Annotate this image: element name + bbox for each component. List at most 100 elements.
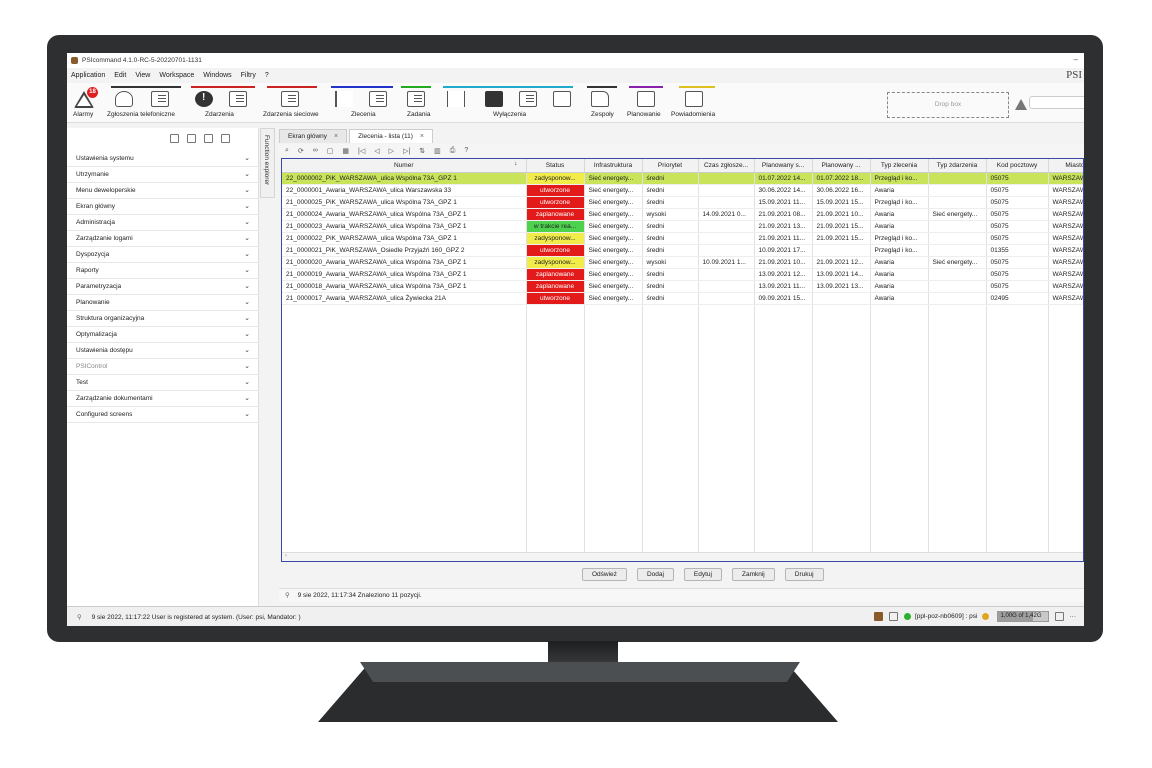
sidebar-item[interactable]: Optymalizacja ⌄	[67, 327, 259, 343]
table-row[interactable]: 21_0000018_Awaria_WARSZAWA_ulica Wspólna…	[282, 280, 1083, 293]
table-icon[interactable]: ▦	[342, 147, 349, 155]
sidebar-item[interactable]: Ustawienia systemu ⌄	[67, 151, 259, 167]
sidebar-item[interactable]: Configured screens ⌄	[67, 407, 259, 423]
chevron-down-icon[interactable]: ⌄	[244, 263, 250, 278]
collapse-all-icon[interactable]	[170, 133, 179, 143]
close-icon[interactable]: ×	[420, 130, 424, 144]
search-input[interactable]	[1029, 96, 1084, 109]
memory-indicator[interactable]: 1,00G of 1,42G	[996, 611, 1049, 622]
table-row[interactable]: 21_0000023_Awaria_WARSZAWA_ulica Wspólna…	[282, 220, 1083, 233]
sidebar-item[interactable]: Struktura organizacyjna ⌄	[67, 311, 259, 327]
sidebar-item[interactable]: Dyspozycja ⌄	[67, 247, 259, 263]
menu-filtry[interactable]: Filtry	[241, 72, 256, 79]
chevron-down-icon[interactable]: ⌄	[244, 407, 250, 422]
menu-application[interactable]: Application	[71, 72, 105, 79]
remove-icon[interactable]	[204, 133, 213, 143]
sidebar-item[interactable]: Menu deweloperskie ⌄	[67, 183, 259, 199]
chevron-down-icon[interactable]: ⌄	[244, 183, 250, 198]
sidebar-item[interactable]: Ustawienia dostępu ⌄	[67, 343, 259, 359]
sidebar-item[interactable]: Raporty ⌄	[67, 263, 259, 279]
column-header[interactable]: Numer ↓	[282, 159, 527, 173]
table-row[interactable]: 21_0000025_PiK_WARSZAWA_ulica Wspólna 73…	[282, 196, 1083, 209]
sidebar-item[interactable]: Planowanie ⌄	[67, 295, 259, 311]
help-icon[interactable]: ?	[464, 147, 468, 154]
refresh-button[interactable]: Odśwież	[582, 568, 627, 581]
toolbar-zdarzenia[interactable]: Zdarzenia	[191, 86, 259, 122]
chevron-down-icon[interactable]: ⌄	[244, 167, 250, 182]
chevron-down-icon[interactable]: ⌄	[244, 199, 250, 214]
expand-all-icon[interactable]	[187, 133, 196, 143]
minimize-button[interactable]: –	[1074, 55, 1078, 64]
lock-icon[interactable]	[888, 612, 898, 621]
column-header[interactable]: Typ zdarzenia	[928, 159, 987, 173]
column-header[interactable]: Priorytet	[642, 159, 699, 173]
horizontal-scrollbar[interactable]: ‹	[282, 552, 1083, 561]
toolbar-zlecenia[interactable]: Zlecenia	[331, 86, 397, 122]
print-icon[interactable]: ⎙	[450, 147, 456, 155]
edit-button[interactable]: Edytuj	[683, 568, 722, 581]
sidebar-item[interactable]: Parametryzacja ⌄	[67, 279, 259, 295]
sidebar-item[interactable]: Zarządzanie dokumentami ⌄	[67, 391, 259, 407]
tab-zlecenia-lista[interactable]: Zlecenia - lista (11) ×	[349, 129, 434, 144]
sidebar-item[interactable]: Utrzymanie ⌄	[67, 167, 259, 183]
chevron-down-icon[interactable]: ⌄	[244, 359, 250, 374]
drop-box[interactable]: Drop box	[887, 92, 1009, 118]
toolbar-zgloszenia[interactable]: Zgłoszenia telefoniczne	[107, 86, 183, 122]
column-header[interactable]: Status	[526, 159, 585, 173]
chevron-down-icon[interactable]: ⌄	[244, 215, 250, 230]
chevron-down-icon[interactable]: ⌄	[244, 327, 250, 342]
menu-workspace[interactable]: Workspace	[159, 72, 194, 79]
column-header[interactable]: Infrastruktura	[584, 159, 643, 173]
list-view-icon[interactable]	[221, 133, 230, 143]
column-header[interactable]: Kod pocztowy	[986, 159, 1049, 173]
table-row[interactable]: 22_0000002_PiK_WARSZAWA_ulica Wspólna 73…	[282, 172, 1083, 185]
tab-ekran-glowny[interactable]: Ekran główny ×	[279, 129, 348, 144]
column-header[interactable]: Czas zgłosze...	[698, 159, 755, 173]
pin-icon[interactable]	[238, 134, 247, 143]
chevron-down-icon[interactable]: ⌄	[244, 247, 250, 262]
pin-icon[interactable]: ⚲	[285, 592, 290, 599]
first-page-icon[interactable]: |◁	[358, 147, 365, 155]
prev-page-icon[interactable]: ◁	[374, 147, 379, 155]
sidebar-item[interactable]: Administracja ⌄	[67, 215, 259, 231]
close-icon[interactable]: ×	[334, 130, 338, 144]
columns-icon[interactable]: ▥	[434, 147, 441, 155]
table-row[interactable]: 21_0000020_Awaria_WARSZAWA_ulica Wspólna…	[282, 256, 1083, 269]
column-header[interactable]: Typ zlecenia	[870, 159, 929, 173]
toolbar-planowanie[interactable]: Planowanie	[627, 86, 667, 122]
menu-help[interactable]: ?	[265, 72, 269, 79]
warning-icon[interactable]	[1015, 99, 1027, 110]
chevron-down-icon[interactable]: ⌄	[244, 391, 250, 406]
chevron-down-icon[interactable]: ⌄	[244, 151, 250, 166]
sidebar-item[interactable]: PSIControl ⌄	[67, 359, 259, 375]
column-header[interactable]: Planowany ...	[812, 159, 871, 173]
add-button[interactable]: Dodaj	[636, 568, 674, 581]
toolbar-zdarzenia-sieciowe[interactable]: Zdarzenia sieciowe	[263, 86, 321, 122]
more-icon[interactable]: ···	[1070, 613, 1077, 620]
toolbar-alarmy[interactable]: 18 Alarmy	[71, 86, 105, 122]
toolbar-powiadomienia[interactable]: Powiadomienia	[671, 86, 725, 122]
table-row[interactable]: 21_0000021_PiK_WARSZAWA_Osiedle Przyjaźń…	[282, 244, 1083, 257]
sidebar-item[interactable]: Zarządzanie logami ⌄	[67, 231, 259, 247]
document-icon[interactable]: ▢	[327, 147, 334, 155]
chevron-down-icon[interactable]: ⌄	[244, 295, 250, 310]
last-page-icon[interactable]: ▷|	[403, 147, 410, 155]
toolbar-zadania[interactable]: Zadania	[401, 86, 435, 122]
close-button[interactable]: Zamknij	[732, 568, 775, 581]
sort-arrow-icon[interactable]: ↓	[514, 160, 517, 167]
chevron-down-icon[interactable]: ⌄	[244, 279, 250, 294]
sidebar-item[interactable]: Ekran główny ⌄	[67, 199, 259, 215]
sort-icon[interactable]: ⇅	[419, 147, 425, 155]
table-row[interactable]: 21_0000022_PiK_WARSZAWA_ulica Wspólna 73…	[282, 232, 1083, 245]
function-explorer-tab[interactable]: Function explorer	[260, 128, 275, 198]
menu-view[interactable]: View	[135, 72, 150, 79]
filter-icon[interactable]: ⌕	[285, 147, 289, 155]
menu-windows[interactable]: Windows	[203, 72, 231, 79]
sidebar-item[interactable]: Test ⌄	[67, 375, 259, 391]
toolbar-wylaczenia[interactable]: Wyłączenia	[443, 86, 573, 122]
toolbar-zespoly[interactable]: Zespoły	[587, 86, 621, 122]
column-header[interactable]: Planowany s...	[754, 159, 813, 173]
refresh-icon[interactable]: ⟳	[298, 147, 304, 155]
print-button[interactable]: Drukuj	[784, 568, 824, 581]
menu-edit[interactable]: Edit	[114, 72, 126, 79]
